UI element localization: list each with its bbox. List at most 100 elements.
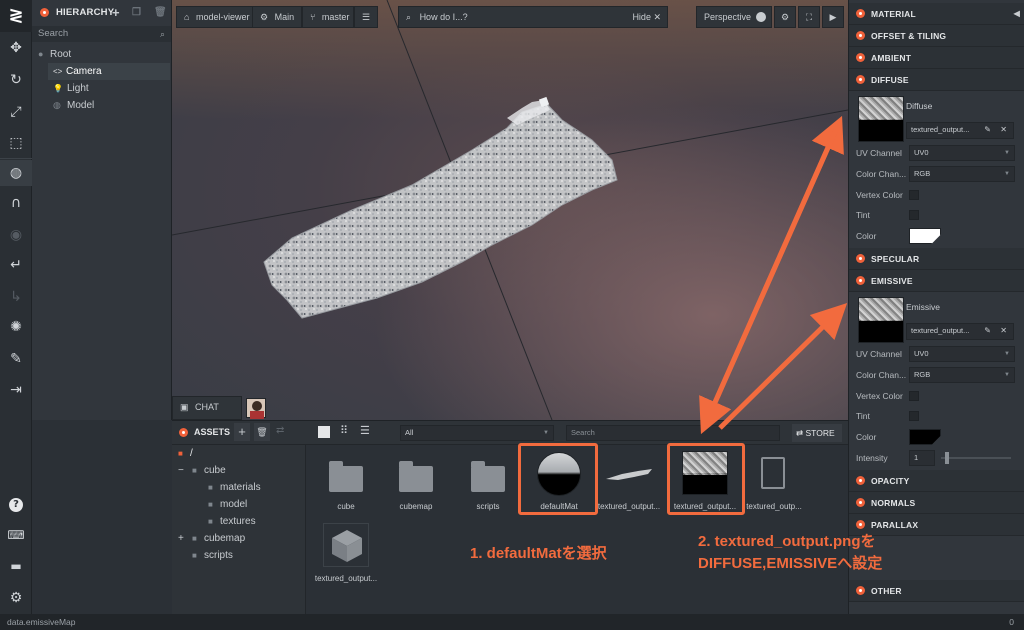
help-hide-button[interactable]: Hide ✕ bbox=[632, 7, 661, 27]
emissive-map-field[interactable]: textured_output... ✎ ✕ bbox=[906, 323, 1014, 340]
asset-folder-cubemap[interactable]: cubemap bbox=[381, 449, 451, 515]
section-normals[interactable]: NORMALS bbox=[849, 492, 1024, 514]
add-asset-icon[interactable]: + bbox=[234, 423, 250, 441]
help-search-input[interactable]: How do I...? bbox=[420, 12, 468, 22]
hierarchy-search-input[interactable]: Search bbox=[38, 28, 68, 39]
asset-template-textured-output[interactable]: textured_output... bbox=[311, 521, 381, 587]
section-material[interactable]: MATERIAL ◀ bbox=[849, 3, 1024, 25]
camera-select[interactable]: Perspective bbox=[696, 6, 772, 28]
assets-tree-cubemap[interactable]: + ■ cubemap bbox=[172, 530, 305, 547]
chat-icon[interactable]: ▬ bbox=[0, 553, 32, 579]
tree-item-model[interactable]: ◍ Model bbox=[32, 97, 171, 114]
asset-folder-scripts[interactable]: scripts bbox=[453, 449, 523, 515]
chat-button[interactable]: ▣ CHAT bbox=[172, 396, 242, 420]
expand-icon[interactable] bbox=[856, 520, 865, 529]
fullscreen-button[interactable]: ⛶ bbox=[798, 6, 820, 28]
scene-viewport[interactable]: ⌂ model-viewer ⚙ Main ⑂ master ☰ ⌕ How d… bbox=[172, 0, 848, 420]
light-icon[interactable]: ✺ bbox=[0, 314, 32, 340]
section-emissive[interactable]: EMISSIVE bbox=[849, 270, 1024, 292]
emissive-vertex-color-checkbox[interactable] bbox=[909, 391, 919, 401]
diffuse-channel-select[interactable]: RGB ▼ bbox=[909, 166, 1015, 182]
resize-icon[interactable]: ⬚ bbox=[0, 130, 32, 156]
assets-filter-select[interactable]: All ▼ bbox=[400, 425, 554, 441]
section-offset-tiling[interactable]: OFFSET & TILING bbox=[849, 25, 1024, 47]
diffuse-map-field[interactable]: textured_output... ✎ ✕ bbox=[906, 122, 1014, 139]
collapse-icon[interactable]: − bbox=[178, 462, 184, 479]
settings-icon[interactable]: ⚙ bbox=[0, 585, 32, 611]
expand-icon[interactable] bbox=[856, 53, 865, 62]
expand-icon[interactable] bbox=[856, 31, 865, 40]
move-icon[interactable]: ✥ bbox=[0, 35, 32, 61]
branch-button[interactable]: ⑂ master bbox=[302, 6, 354, 28]
expand-icon[interactable] bbox=[856, 254, 865, 263]
publish-icon[interactable]: ⇥ bbox=[0, 377, 32, 403]
delete-icon[interactable]: 🗑 bbox=[154, 0, 167, 26]
slider-handle[interactable] bbox=[945, 452, 949, 464]
assets-tree-cube[interactable]: − ■ cube bbox=[172, 462, 305, 479]
collapse-icon[interactable] bbox=[179, 428, 188, 437]
launch-button[interactable]: ▶ bbox=[822, 6, 844, 28]
tree-item-light[interactable]: 💡 Light bbox=[32, 80, 171, 97]
tree-item-root[interactable]: ● Root bbox=[32, 46, 171, 63]
scale-icon[interactable]: ⤢ bbox=[0, 99, 32, 125]
keyboard-icon[interactable]: ⌨ bbox=[0, 522, 32, 548]
collapse-icon[interactable] bbox=[856, 276, 865, 285]
help-search[interactable]: ⌕ How do I...? Hide ✕ bbox=[398, 6, 668, 28]
diffuse-uv-select[interactable]: UV0 ▼ bbox=[909, 145, 1015, 161]
assets-tree-root[interactable]: ■ / bbox=[172, 445, 305, 462]
redo-icon[interactable]: ↳ bbox=[0, 284, 32, 310]
duplicate-icon[interactable]: ❐ bbox=[132, 0, 141, 26]
section-other[interactable]: OTHER bbox=[849, 580, 1024, 602]
magnet-icon[interactable]: ∩ bbox=[0, 190, 32, 216]
diffuse-tint-checkbox[interactable] bbox=[909, 210, 919, 220]
store-button[interactable]: ⇄ STORE bbox=[792, 424, 842, 442]
expand-icon[interactable]: + bbox=[178, 530, 184, 547]
list-view-icon[interactable]: ☰ bbox=[360, 424, 370, 437]
emissive-intensity-slider[interactable] bbox=[941, 452, 1011, 464]
avatar[interactable] bbox=[246, 398, 266, 419]
edit-icon[interactable]: ✎ bbox=[984, 324, 991, 338]
world-icon[interactable]: ◍ bbox=[0, 160, 32, 186]
emissive-uv-select[interactable]: UV0 ▼ bbox=[909, 346, 1015, 362]
assets-search-input[interactable]: Search bbox=[566, 425, 780, 441]
emissive-map-thumbnail[interactable] bbox=[858, 297, 904, 343]
eye-icon[interactable]: ◉ bbox=[0, 222, 32, 248]
collapse-icon[interactable] bbox=[856, 75, 865, 84]
asset-model-textured-output[interactable]: textured_output... bbox=[594, 449, 664, 515]
assets-tree-model[interactable]: ■ model bbox=[172, 496, 305, 513]
collapse-panel-icon[interactable]: ◀ bbox=[1014, 3, 1020, 25]
playcanvas-logo[interactable]: ≷ bbox=[0, 0, 32, 32]
assets-tree-textures[interactable]: ■ textures bbox=[172, 513, 305, 530]
emissive-intensity-input[interactable]: 1 bbox=[909, 450, 935, 466]
add-entity-icon[interactable]: + bbox=[112, 0, 120, 26]
asset-folder-cube[interactable]: cube bbox=[311, 449, 381, 515]
scene-button[interactable]: ⚙ Main bbox=[252, 6, 302, 28]
assets-tree-scripts[interactable]: ■ scripts bbox=[172, 547, 305, 564]
hierarchy-search[interactable]: Search ⌕ bbox=[32, 26, 171, 42]
rotate-icon[interactable]: ↻ bbox=[0, 67, 32, 93]
refresh-icon[interactable]: ⇄ bbox=[276, 425, 284, 436]
section-ambient[interactable]: AMBIENT bbox=[849, 47, 1024, 69]
collapse-icon[interactable] bbox=[40, 8, 49, 17]
list-button[interactable]: ☰ bbox=[354, 6, 378, 28]
tree-item-camera[interactable]: <> Camera bbox=[48, 63, 170, 80]
section-specular[interactable]: SPECULAR bbox=[849, 248, 1024, 270]
grid-large-icon[interactable] bbox=[318, 426, 330, 438]
help-icon[interactable]: ? bbox=[0, 490, 32, 516]
expand-icon[interactable] bbox=[856, 586, 865, 595]
section-opacity[interactable]: OPACITY bbox=[849, 470, 1024, 492]
collapse-icon[interactable] bbox=[856, 9, 865, 18]
emissive-tint-checkbox[interactable] bbox=[909, 411, 919, 421]
assets-tree-materials[interactable]: ■ materials bbox=[172, 479, 305, 496]
edit-icon[interactable]: ✎ bbox=[984, 123, 991, 137]
project-button[interactable]: ⌂ model-viewer bbox=[176, 6, 258, 28]
expand-icon[interactable] bbox=[856, 476, 865, 485]
section-diffuse[interactable]: DIFFUSE bbox=[849, 69, 1024, 91]
undo-icon[interactable]: ↵ bbox=[0, 252, 32, 278]
asset-file-textured-output[interactable]: textured_outp... bbox=[739, 449, 809, 515]
expand-icon[interactable] bbox=[856, 498, 865, 507]
delete-icon[interactable]: 🗑 bbox=[254, 423, 270, 441]
clear-icon[interactable]: ✕ bbox=[1000, 324, 1007, 338]
diffuse-map-thumbnail[interactable] bbox=[858, 96, 904, 142]
edit-icon[interactable]: ✎ bbox=[0, 346, 32, 372]
